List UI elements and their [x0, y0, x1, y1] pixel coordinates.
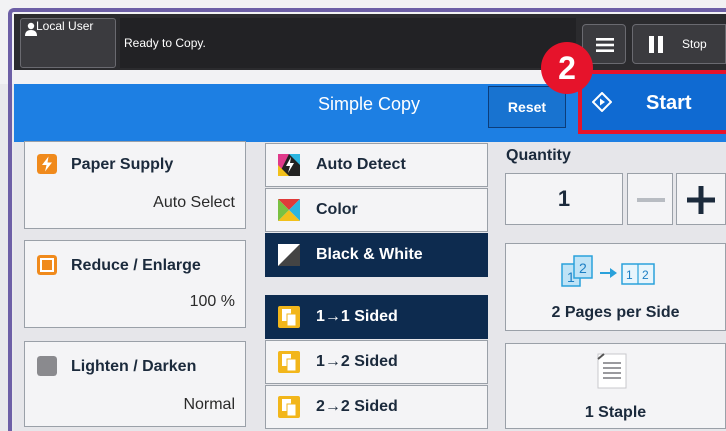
auto-detect-label: Auto Detect [316, 156, 406, 173]
reduce-enlarge-value: 100 % [189, 293, 235, 310]
quantity-input[interactable]: 1 [505, 173, 623, 225]
staple-tile[interactable]: 1 Staple [505, 343, 726, 429]
lighten-darken-value: Normal [183, 396, 235, 413]
plus-icon [687, 186, 715, 214]
color-color-option[interactable]: Color [265, 188, 488, 232]
paper-supply-tile[interactable]: Paper Supply Auto Select [24, 141, 246, 229]
paper-supply-icon [37, 154, 57, 174]
quantity-label: Quantity [506, 147, 571, 164]
pages-per-side-tile[interactable]: 1 2 1 2 2 Pages per Side [505, 243, 726, 331]
stop-button[interactable] [632, 24, 726, 64]
lighten-darken-icon [37, 356, 57, 376]
pages-per-side-icon: 1 2 1 2 [561, 255, 655, 287]
quantity-decrease-button[interactable] [627, 173, 673, 225]
status-text: Ready to Copy. [124, 36, 206, 50]
pause-icon [649, 36, 663, 53]
start-diamond-icon [592, 92, 612, 112]
sided-1-1-label: 1→1 Sided [316, 308, 398, 325]
paper-supply-title: Paper Supply [71, 156, 174, 173]
lighten-darken-tile[interactable]: Lighten / Darken Normal [24, 341, 246, 427]
staple-label: 1 Staple [584, 404, 647, 421]
pages-per-side-label: 2 Pages per Side [551, 304, 680, 321]
paper-supply-value: Auto Select [153, 194, 235, 211]
minus-icon [637, 198, 665, 202]
staple-icon [597, 353, 627, 389]
reduce-enlarge-title: Reduce / Enlarge [71, 257, 201, 274]
black-white-icon [278, 244, 300, 266]
start-label: Start [646, 92, 692, 114]
reduce-enlarge-icon [37, 255, 57, 275]
svg-text:1: 1 [626, 268, 633, 282]
sided-2-2-option[interactable]: 2→2 Sided [265, 385, 488, 429]
stop-label: Stop [682, 37, 707, 51]
one-to-two-sided-icon [278, 351, 300, 373]
reduce-enlarge-tile[interactable]: Reduce / Enlarge 100 % [24, 240, 246, 328]
lighten-darken-title: Lighten / Darken [71, 358, 197, 375]
sided-2-2-label: 2→2 Sided [316, 398, 398, 415]
sided-1-2-option[interactable]: 1→2 Sided [265, 340, 488, 384]
black-white-label: Black & White [316, 246, 423, 263]
color-icon [278, 199, 300, 221]
sided-1-1-option[interactable]: 1→1 Sided [265, 295, 488, 339]
color-auto-detect-option[interactable]: Auto Detect [265, 143, 488, 187]
svg-text:2: 2 [642, 268, 649, 282]
page-title: Simple Copy [318, 94, 421, 114]
two-sided-icon [278, 396, 300, 418]
one-sided-icon [278, 306, 300, 328]
step-number-badge: 2 [541, 42, 593, 94]
color-black-white-option[interactable]: Black & White [265, 233, 488, 277]
sided-1-2-label: 1→2 Sided [316, 353, 398, 370]
local-user-label: Local User [36, 19, 94, 33]
reset-button[interactable]: Reset [488, 86, 566, 128]
quantity-increase-button[interactable] [676, 173, 726, 225]
svg-text:2: 2 [579, 260, 587, 276]
auto-detect-icon [278, 154, 300, 176]
color-label: Color [316, 201, 358, 218]
